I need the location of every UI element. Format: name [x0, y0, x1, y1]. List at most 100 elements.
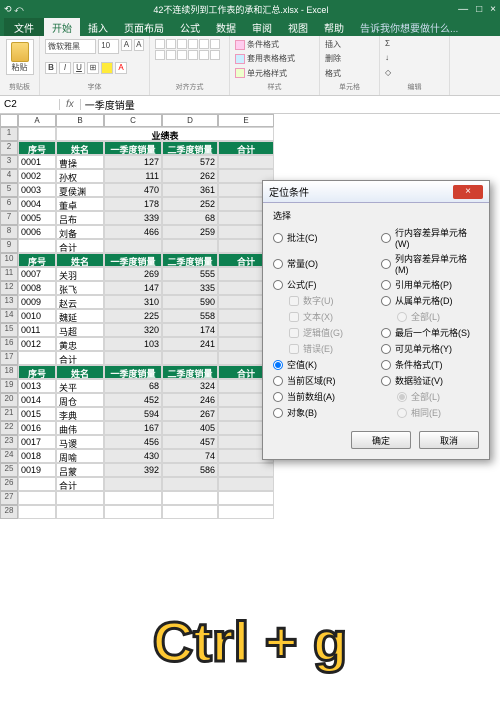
hdr-seq[interactable]: 序号: [18, 365, 56, 379]
opt-data-val[interactable]: 数据验证(V): [381, 374, 479, 387]
cell-q2[interactable]: 361: [162, 183, 218, 197]
row-header[interactable]: 14: [0, 309, 18, 323]
cell-q1[interactable]: 594: [104, 407, 162, 421]
row-header[interactable]: 24: [0, 449, 18, 463]
cell-name[interactable]: 曲伟: [56, 421, 104, 435]
cell[interactable]: [18, 491, 56, 505]
cell-name[interactable]: 周仓: [56, 393, 104, 407]
autosum-button[interactable]: Σ: [385, 39, 444, 48]
opt-precedents[interactable]: 引用单元格(P): [381, 278, 479, 291]
opt-objects[interactable]: 对象(B): [273, 406, 371, 419]
cell-q2[interactable]: 405: [162, 421, 218, 435]
hdr-q1[interactable]: 一季度销量: [104, 365, 162, 379]
hdr-name[interactable]: 姓名: [56, 253, 104, 267]
row-header[interactable]: 8: [0, 225, 18, 239]
cell-q1[interactable]: 68: [104, 379, 162, 393]
cell[interactable]: [218, 477, 274, 491]
cell[interactable]: [104, 491, 162, 505]
row-header[interactable]: 19: [0, 379, 18, 393]
cell-q2[interactable]: 241: [162, 337, 218, 351]
formula-input[interactable]: 一季度销量: [81, 97, 500, 112]
tab-layout[interactable]: 页面布局: [116, 18, 172, 37]
hdr-q2[interactable]: 二季度销量: [162, 253, 218, 267]
shrink-font-button[interactable]: A: [134, 39, 144, 51]
select-all[interactable]: [0, 114, 18, 127]
row-header[interactable]: 23: [0, 435, 18, 449]
subtotal-label[interactable]: 合计: [56, 239, 104, 253]
cond-format-button[interactable]: 条件格式: [235, 39, 314, 50]
cell-name[interactable]: 吕蒙: [56, 463, 104, 477]
cell-id[interactable]: 0017: [18, 435, 56, 449]
opt-dependents[interactable]: 从属单元格(D): [381, 294, 479, 307]
cell[interactable]: [56, 505, 104, 519]
cell-q1[interactable]: 167: [104, 421, 162, 435]
underline-button[interactable]: U: [73, 62, 85, 74]
cell-q1[interactable]: 269: [104, 267, 162, 281]
cell-q1[interactable]: 456: [104, 435, 162, 449]
cell[interactable]: [56, 491, 104, 505]
row-header[interactable]: 7: [0, 211, 18, 225]
cell-q1[interactable]: 147: [104, 281, 162, 295]
dialog-cancel-button[interactable]: 取消: [419, 431, 479, 449]
row-header[interactable]: 26: [0, 477, 18, 491]
cell[interactable]: [18, 477, 56, 491]
clear-button[interactable]: ◇: [385, 68, 444, 77]
cell-q1[interactable]: 310: [104, 295, 162, 309]
cell[interactable]: [162, 477, 218, 491]
cell-id[interactable]: 0011: [18, 323, 56, 337]
cell-q2[interactable]: 324: [162, 379, 218, 393]
col-header[interactable]: B: [56, 114, 104, 127]
tab-data[interactable]: 数据: [208, 18, 244, 37]
tell-me[interactable]: 告诉我你想要做什么...: [352, 18, 466, 37]
col-header[interactable]: C: [104, 114, 162, 127]
row-header[interactable]: 25: [0, 463, 18, 477]
cell[interactable]: [104, 477, 162, 491]
cell-name[interactable]: 关羽: [56, 267, 104, 281]
hdr-name[interactable]: 姓名: [56, 141, 104, 155]
row-header[interactable]: 1: [0, 127, 18, 141]
cell-name[interactable]: 董卓: [56, 197, 104, 211]
opt-formulas[interactable]: 公式(F): [273, 278, 371, 291]
cell-q1[interactable]: 339: [104, 211, 162, 225]
cell-q2[interactable]: 457: [162, 435, 218, 449]
cell-id[interactable]: 0018: [18, 449, 56, 463]
cell-q1[interactable]: 103: [104, 337, 162, 351]
cell-q2[interactable]: 267: [162, 407, 218, 421]
cell[interactable]: [104, 505, 162, 519]
cell[interactable]: [162, 491, 218, 505]
hdr-name[interactable]: 姓名: [56, 365, 104, 379]
maximize-button[interactable]: □: [476, 4, 482, 15]
hdr-q1[interactable]: 一季度销量: [104, 141, 162, 155]
row-header[interactable]: 12: [0, 281, 18, 295]
cell-name[interactable]: 刘备: [56, 225, 104, 239]
cell[interactable]: [18, 351, 56, 365]
row-header[interactable]: 18: [0, 365, 18, 379]
cell-name[interactable]: 关平: [56, 379, 104, 393]
opt-last-cell[interactable]: 最后一个单元格(S): [381, 326, 479, 339]
format-cells-button[interactable]: 格式: [325, 68, 374, 79]
font-name-select[interactable]: 微软雅黑: [45, 39, 96, 54]
opt-constants[interactable]: 常量(O): [273, 252, 371, 275]
cell-id[interactable]: 0001: [18, 155, 56, 169]
row-header[interactable]: 11: [0, 267, 18, 281]
cell-q1[interactable]: 225: [104, 309, 162, 323]
cell-name[interactable]: 张飞: [56, 281, 104, 295]
cell-name[interactable]: 李典: [56, 407, 104, 421]
col-header[interactable]: A: [18, 114, 56, 127]
cell-name[interactable]: 夏侯渊: [56, 183, 104, 197]
opt-visible[interactable]: 可见单元格(Y): [381, 342, 479, 355]
cell-total[interactable]: [218, 155, 274, 169]
row-header[interactable]: 15: [0, 323, 18, 337]
cell-id[interactable]: 0009: [18, 295, 56, 309]
opt-blanks[interactable]: 空值(K): [273, 358, 371, 371]
tab-home[interactable]: 开始: [44, 18, 80, 37]
cell-q1[interactable]: 392: [104, 463, 162, 477]
row-header[interactable]: 9: [0, 239, 18, 253]
cell[interactable]: [218, 505, 274, 519]
tab-insert[interactable]: 插入: [80, 18, 116, 37]
subtotal-label[interactable]: 合计: [56, 477, 104, 491]
cell[interactable]: [18, 127, 56, 141]
cell-total[interactable]: [218, 463, 274, 477]
paste-button[interactable]: 粘贴: [6, 39, 34, 75]
cell-name[interactable]: 黄忠: [56, 337, 104, 351]
